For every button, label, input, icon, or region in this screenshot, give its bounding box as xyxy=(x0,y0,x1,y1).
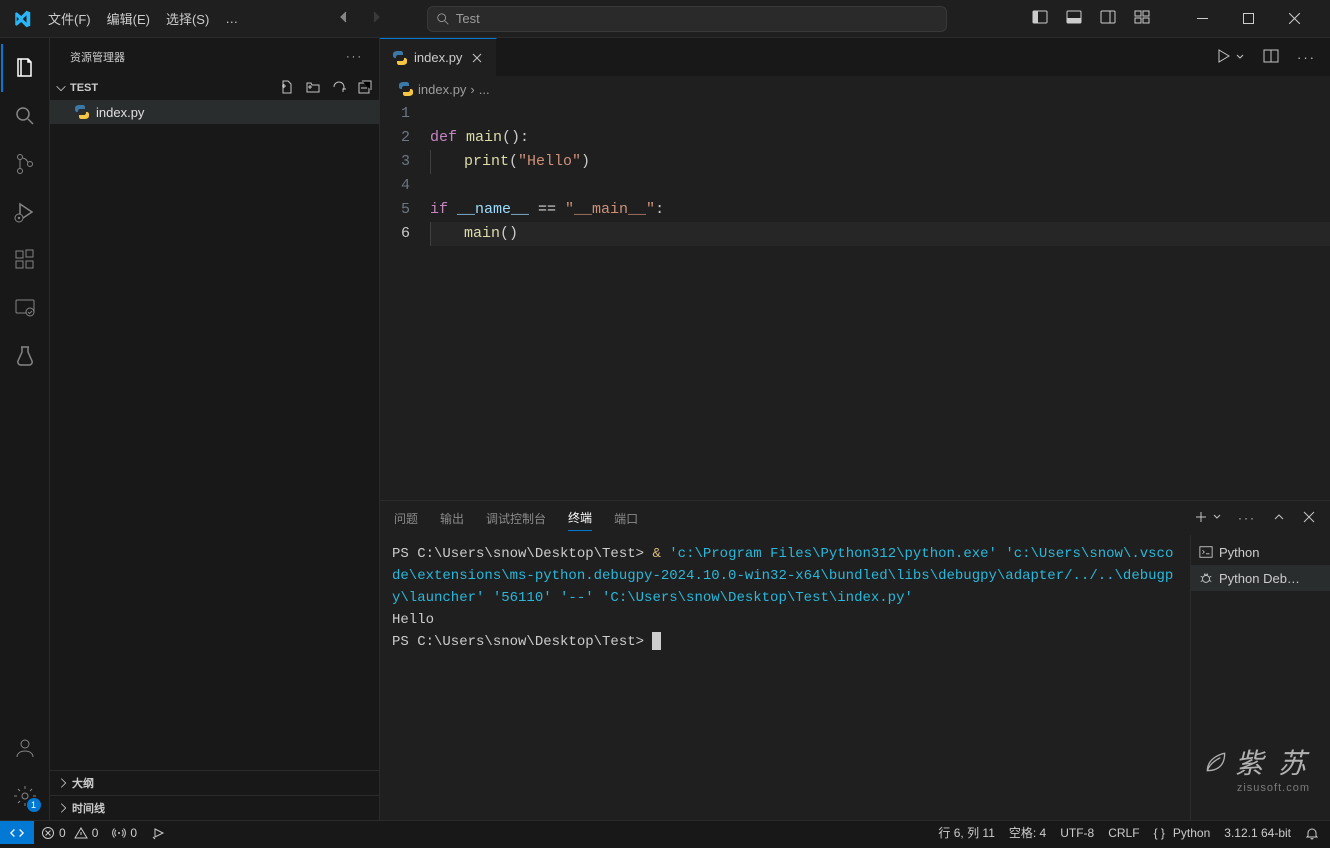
nav-fwd-icon[interactable] xyxy=(368,9,384,28)
layout-left-icon[interactable] xyxy=(1032,9,1048,28)
activity-remote-icon[interactable] xyxy=(1,284,49,332)
menu-edit[interactable]: 编辑(E) xyxy=(99,5,158,32)
python-file-icon xyxy=(74,104,90,120)
status-encoding[interactable]: UTF-8 xyxy=(1053,821,1101,844)
activity-scm-icon[interactable] xyxy=(1,140,49,188)
python-file-icon xyxy=(398,81,414,97)
menu-select[interactable]: 选择(S) xyxy=(158,5,217,32)
leaf-icon xyxy=(1203,749,1229,775)
status-ports[interactable]: 0 xyxy=(105,821,144,844)
file-name: index.py xyxy=(96,105,144,120)
title-bar: 文件(F) 编辑(E) 选择(S) … Test xyxy=(0,0,1330,38)
chevron-right-icon xyxy=(56,776,70,790)
split-editor-icon[interactable] xyxy=(1263,48,1279,67)
window-maximize[interactable] xyxy=(1226,0,1272,38)
layout-bottom-icon[interactable] xyxy=(1066,9,1082,28)
python-file-icon xyxy=(392,50,408,66)
terminal-cursor xyxy=(652,632,661,650)
code-editor[interactable]: 123456 def main(): print("Hello") if __n… xyxy=(380,102,1330,500)
status-cursor-pos[interactable]: 行 6, 列 11 xyxy=(931,821,1001,844)
terminal-dropdown-icon[interactable] xyxy=(1212,511,1222,525)
new-folder-icon[interactable] xyxy=(305,79,321,98)
new-terminal-icon[interactable] xyxy=(1194,510,1208,527)
activity-account-icon[interactable] xyxy=(1,724,49,772)
tab-bar: index.py ··· xyxy=(380,38,1330,76)
window-close[interactable] xyxy=(1272,0,1318,38)
sidebar-more-icon[interactable]: ··· xyxy=(346,51,363,63)
sidebar-title: 资源管理器 xyxy=(70,49,125,65)
status-eol[interactable]: CRLF xyxy=(1101,821,1146,844)
tab-more-icon[interactable]: ··· xyxy=(1297,50,1316,65)
panel-tab-terminal[interactable]: 终端 xyxy=(568,505,592,531)
terminal-item-python[interactable]: Python xyxy=(1191,539,1330,565)
status-warnings[interactable]: 0 xyxy=(67,821,106,844)
watermark: 紫 苏 zisusoft.com xyxy=(1203,742,1310,794)
command-center[interactable]: Test xyxy=(427,6,947,32)
activity-explorer-icon[interactable] xyxy=(1,44,49,92)
chevron-down-icon xyxy=(54,81,68,95)
run-dropdown-icon[interactable] xyxy=(1235,50,1245,65)
timeline-section[interactable]: 时间线 xyxy=(50,795,379,820)
bottom-panel: 问题 输出 调试控制台 终端 端口 ··· PS C:\Users\snow\D… xyxy=(380,500,1330,820)
nav-back-icon[interactable] xyxy=(336,9,352,28)
panel-tab-problems[interactable]: 问题 xyxy=(394,506,418,531)
terminal-item-debug[interactable]: Python Deb… xyxy=(1191,565,1330,591)
file-item[interactable]: index.py xyxy=(50,100,379,124)
window-minimize[interactable] xyxy=(1180,0,1226,38)
activity-extensions-icon[interactable] xyxy=(1,236,49,284)
activity-bar: 1 xyxy=(0,38,50,820)
panel-tab-output[interactable]: 输出 xyxy=(440,506,464,531)
panel-close-icon[interactable] xyxy=(1302,510,1316,527)
terminal[interactable]: PS C:\Users\snow\Desktop\Test> & 'c:\Pro… xyxy=(380,535,1190,820)
menu-more[interactable]: … xyxy=(217,7,246,30)
status-python-version[interactable]: 3.12.1 64-bit xyxy=(1217,821,1298,844)
panel-tab-ports[interactable]: 端口 xyxy=(614,506,638,531)
new-file-icon[interactable] xyxy=(279,79,295,98)
search-text: Test xyxy=(456,11,480,26)
collapse-icon[interactable] xyxy=(357,79,373,98)
status-language[interactable]: { }Python xyxy=(1147,821,1218,844)
bug-icon xyxy=(1199,571,1213,585)
panel-more-icon[interactable]: ··· xyxy=(1238,511,1256,525)
nav-arrows xyxy=(336,9,384,28)
vscode-logo-icon xyxy=(8,5,36,33)
panel-maximize-icon[interactable] xyxy=(1272,510,1286,527)
customize-layout-icon[interactable] xyxy=(1134,9,1150,28)
search-icon xyxy=(436,12,450,26)
minimap[interactable] xyxy=(1286,106,1316,120)
refresh-icon[interactable] xyxy=(331,79,347,98)
editor-tab[interactable]: index.py xyxy=(380,38,497,76)
status-indent[interactable]: 空格: 4 xyxy=(1002,821,1053,844)
activity-debug-icon[interactable] xyxy=(1,188,49,236)
status-bar: 0 0 0 行 6, 列 11 空格: 4 UTF-8 CRLF { }Pyth… xyxy=(0,820,1330,844)
explorer-sidebar: 资源管理器 ··· TEST index.py 大纲 时间线 xyxy=(50,38,380,820)
activity-settings-icon[interactable]: 1 xyxy=(1,772,49,820)
activity-testing-icon[interactable] xyxy=(1,332,49,380)
activity-search-icon[interactable] xyxy=(1,92,49,140)
chevron-right-icon xyxy=(56,801,70,815)
panel-tab-debug[interactable]: 调试控制台 xyxy=(486,506,546,531)
settings-badge: 1 xyxy=(27,798,41,812)
folder-header[interactable]: TEST xyxy=(50,76,379,100)
breadcrumb[interactable]: index.py › ... xyxy=(380,76,1330,102)
tab-close-icon[interactable] xyxy=(468,49,486,67)
run-icon[interactable] xyxy=(1215,48,1231,67)
status-bell-icon[interactable] xyxy=(1298,821,1326,844)
remote-button[interactable] xyxy=(0,821,34,844)
layout-right-icon[interactable] xyxy=(1100,9,1116,28)
folder-name: TEST xyxy=(70,82,98,94)
terminal-icon xyxy=(1199,545,1213,559)
outline-section[interactable]: 大纲 xyxy=(50,770,379,795)
tab-label: index.py xyxy=(414,50,462,65)
line-gutter: 123456 xyxy=(380,102,430,500)
menu-file[interactable]: 文件(F) xyxy=(40,5,99,32)
status-debug-start[interactable] xyxy=(144,821,172,844)
